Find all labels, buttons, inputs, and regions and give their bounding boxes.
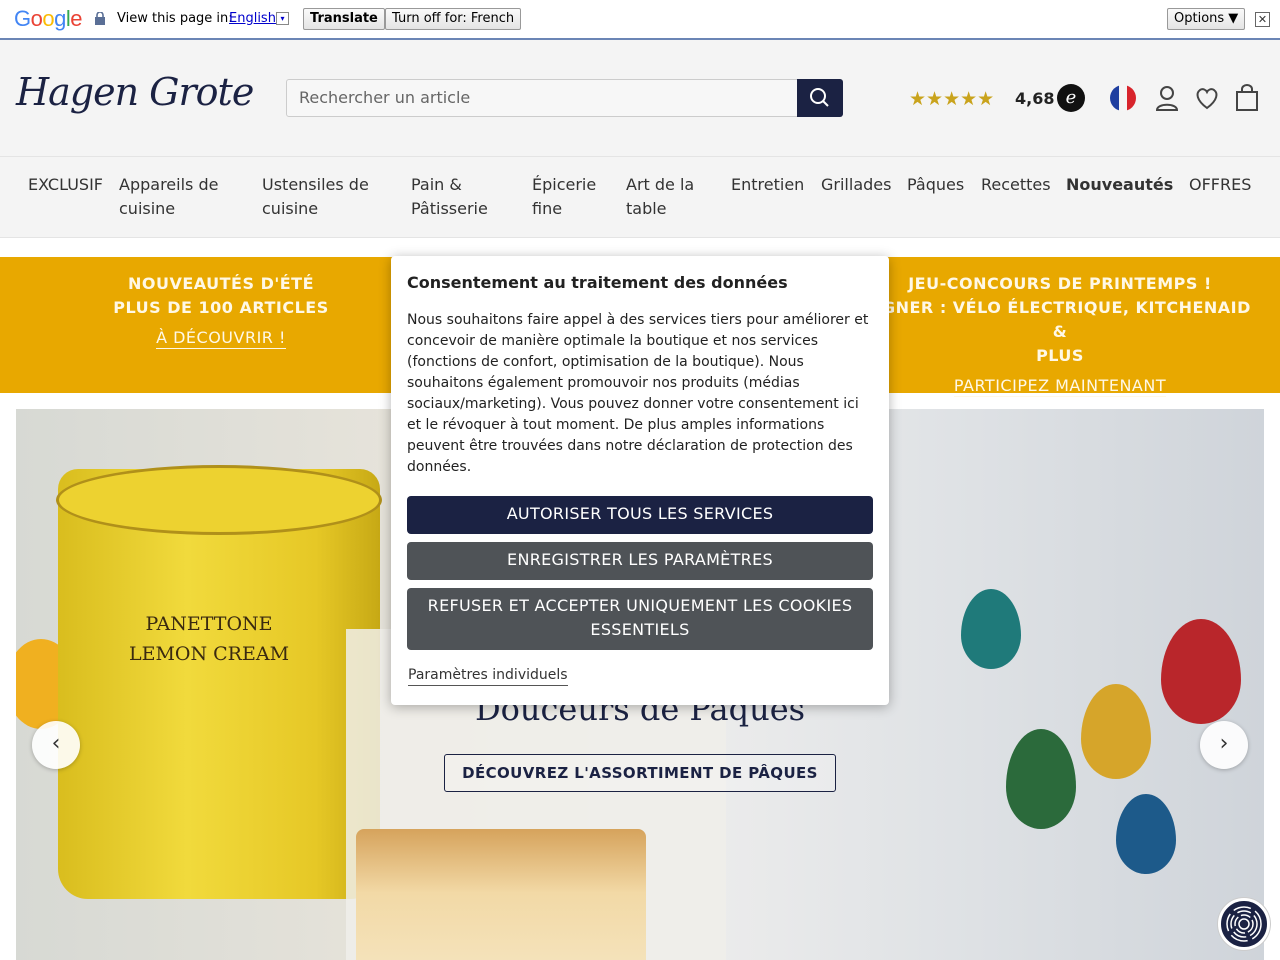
heart-icon[interactable] (1194, 84, 1220, 112)
nav-item-offres[interactable]: OFFRES (1189, 173, 1251, 197)
lock-icon (95, 12, 105, 25)
fingerprint-icon[interactable] (1218, 898, 1270, 950)
promo-summer-line2: PLUS DE 100 ARTICLES (113, 298, 329, 317)
promo-contest-link[interactable]: PARTICIPEZ MAINTENANT (953, 376, 1167, 397)
consent-text: Nous souhaitons faire appel à des servic… (407, 312, 869, 475)
translate-button[interactable]: Translate (303, 8, 385, 30)
nav-item-entretien[interactable]: Entretien (731, 173, 804, 197)
promo-summer-line1: NOUVEAUTÉS D'ÉTÉ (127, 274, 315, 293)
nav-item-epicerie[interactable]: Épicerie fine (532, 173, 612, 221)
nav-item-pain[interactable]: Pain & Pâtisserie (411, 173, 511, 221)
promo-summer-link[interactable]: À DÉCOUVRIR ! (156, 328, 286, 349)
search-input[interactable]: Rechercher un article (286, 79, 798, 117)
nav-item-recettes[interactable]: Recettes (981, 173, 1051, 197)
google-translate-bar: Google View this page in: English ▾ Tran… (0, 0, 1280, 40)
promo-contest-line1: JEU-CONCOURS DE PRINTEMPS ! (908, 274, 1212, 293)
nav-item-paques[interactable]: Pâques (907, 173, 964, 197)
turn-off-button[interactable]: Turn off for: French (385, 8, 522, 30)
consent-title: Consentement au traitement des données (407, 273, 788, 292)
bag-icon[interactable] (1234, 84, 1260, 112)
chevron-left-icon[interactable]: ‹ (32, 721, 80, 769)
language-dropdown-icon[interactable]: ▾ (276, 12, 289, 25)
user-icon[interactable] (1154, 84, 1180, 112)
panettone-slice-image (356, 829, 646, 960)
rating-stars[interactable]: ★★★★★ (909, 88, 994, 110)
nav-item-appareils[interactable]: Appareils de cuisine (119, 173, 239, 221)
promo-summer: NOUVEAUTÉS D'ÉTÉ PLUS DE 100 ARTICLES À … (100, 272, 342, 350)
promo-contest-line3: PLUS (1036, 346, 1084, 365)
nav-item-exclusif[interactable]: EXCLUSIF (28, 173, 103, 197)
nav-item-grillades[interactable]: Grillades (821, 173, 891, 197)
promo-contest-line2: AGNER : VÉLO ÉLECTRIQUE, KITCHENAID & (869, 298, 1251, 341)
trusted-shops-badge[interactable]: e (1057, 84, 1085, 112)
nav-item-nouveautes[interactable]: Nouveautés (1066, 173, 1173, 197)
chevron-right-icon[interactable]: › (1200, 721, 1248, 769)
site-header: Hagen Grote Rechercher un article ★★★★★ … (0, 40, 1280, 156)
site-logo[interactable]: Hagen Grote (16, 70, 254, 114)
refuse-button[interactable]: REFUSER ET ACCEPTER UNIQUEMENT LES COOKI… (407, 588, 873, 650)
hero-cta-button[interactable]: DÉCOUVREZ L'ASSORTIMENT DE PÂQUES (444, 754, 836, 792)
main-nav: EXCLUSIF Appareils de cuisine Ustensiles… (0, 156, 1280, 238)
fingerprint-glyph (1226, 906, 1262, 942)
language-flag-icon[interactable] (1110, 85, 1136, 111)
search-button[interactable] (797, 79, 843, 117)
nav-item-ustensiles[interactable]: Ustensiles de cuisine (262, 173, 387, 221)
tin-label: PANETTONE LEMON CREAM (124, 609, 294, 669)
consent-dialog: Consentement au traitement des données N… (391, 256, 889, 705)
tin-label-line2: LEMON CREAM (128, 643, 290, 665)
panettone-tin-lid (56, 465, 382, 535)
close-icon[interactable]: ✕ (1255, 12, 1270, 27)
tin-label-line1: PANETTONE (145, 613, 273, 635)
promo-contest: JEU-CONCOURS DE PRINTEMPS ! AGNER : VÉLO… (860, 272, 1260, 398)
individual-settings-link[interactable]: Paramètres individuels (408, 666, 568, 686)
accept-all-button[interactable]: AUTORISER TOUS LES SERVICES (407, 496, 873, 534)
search-icon (810, 88, 829, 107)
nav-item-art-table[interactable]: Art de la table (626, 173, 716, 221)
save-settings-button[interactable]: ENREGISTRER LES PARAMÈTRES (407, 542, 873, 580)
google-logo: Google (14, 6, 83, 31)
rating-value[interactable]: 4,68 (1015, 89, 1054, 108)
language-link[interactable]: English (229, 11, 276, 26)
options-button[interactable]: Options ▼ (1167, 8, 1246, 30)
view-page-label: View this page in: (117, 11, 233, 26)
